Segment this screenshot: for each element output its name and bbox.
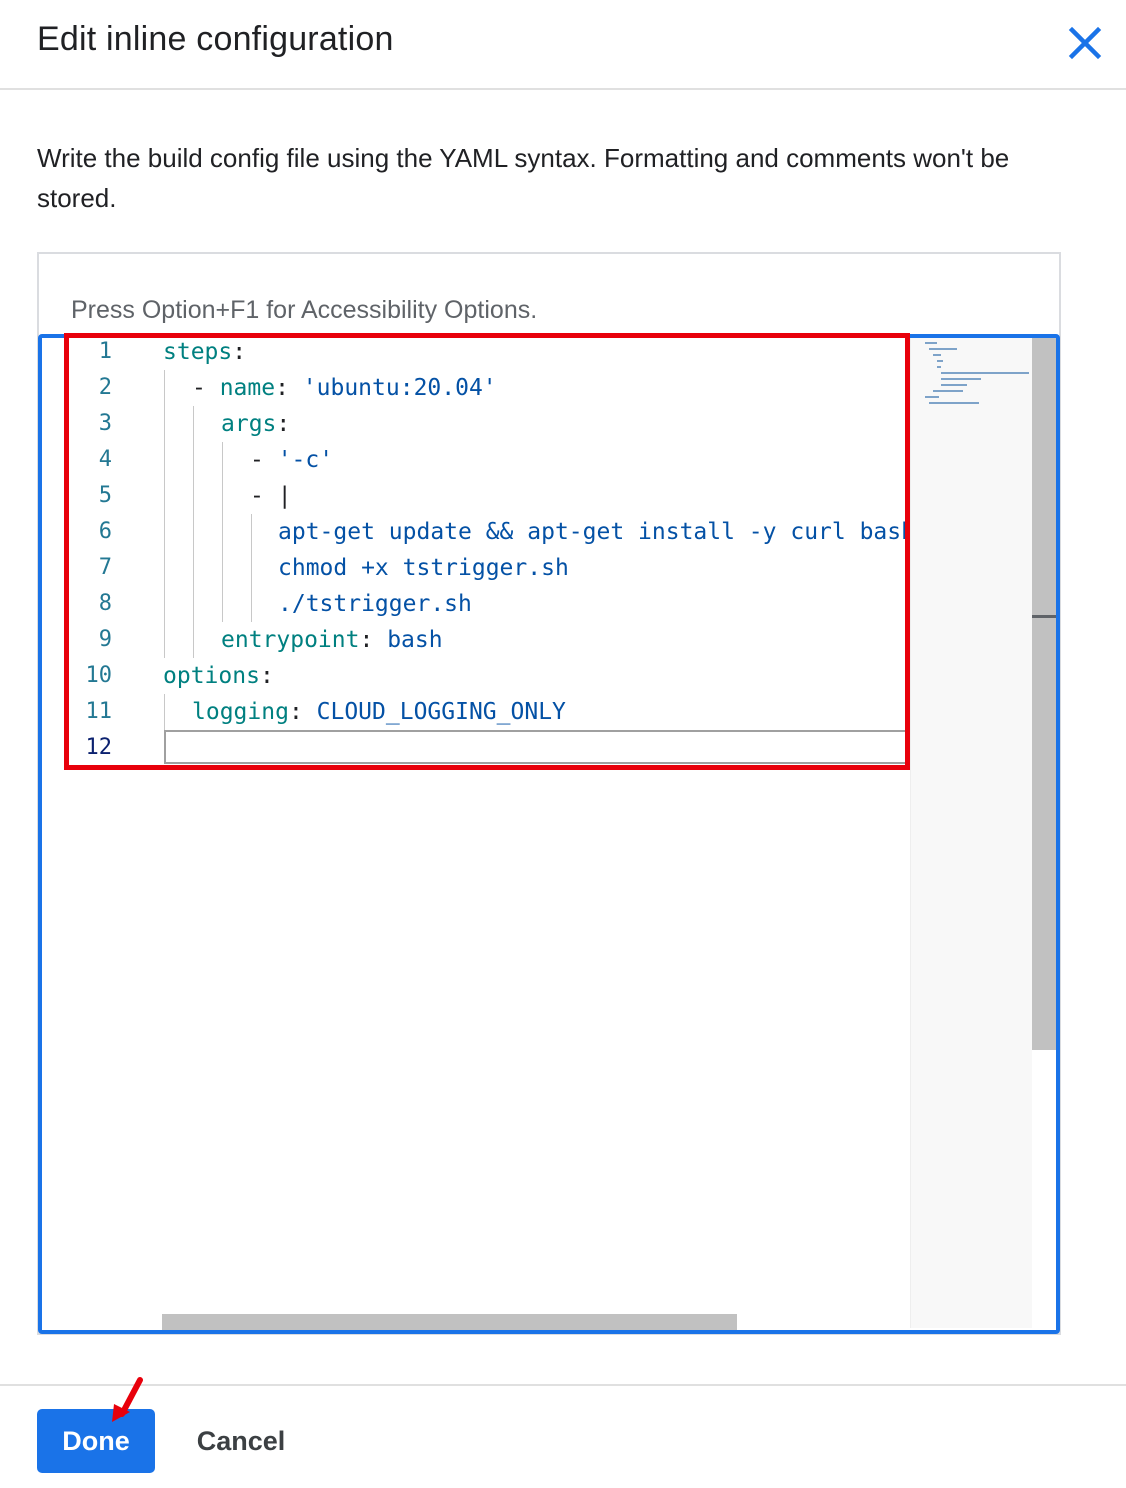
yaml-punct: : xyxy=(232,339,247,365)
footer-divider xyxy=(0,1384,1126,1386)
code-line: apt-get update && apt-get install -y cur… xyxy=(278,514,910,550)
line-number: 6 xyxy=(98,519,112,544)
code-line: steps: xyxy=(163,338,246,370)
done-button[interactable]: Done xyxy=(37,1409,155,1473)
horizontal-scrollbar-thumb[interactable] xyxy=(162,1314,737,1330)
yaml-value: CLOUD_LOGGING_ONLY xyxy=(316,699,566,725)
line-number: 5 xyxy=(98,483,112,508)
line-number: 3 xyxy=(98,411,112,436)
line-number: 8 xyxy=(98,591,112,616)
yaml-punct: : xyxy=(276,411,291,437)
yaml-punct: : xyxy=(359,627,388,653)
dialog-header: Edit inline configuration xyxy=(0,0,1126,90)
yaml-value: apt-get update && apt-get install -y cur… xyxy=(278,519,910,545)
yaml-punct: - xyxy=(192,375,220,401)
yaml-key: name xyxy=(219,375,276,401)
yaml-value: chmod +x tstrigger.sh xyxy=(278,555,569,581)
yaml-value: bash xyxy=(387,627,443,653)
scrollbar-position-marker xyxy=(1032,615,1056,618)
yaml-key: steps xyxy=(163,339,233,365)
yaml-key: logging xyxy=(192,699,289,725)
code-line: args: xyxy=(221,406,290,442)
close-icon xyxy=(1068,26,1102,60)
line-number: 7 xyxy=(98,555,112,580)
dialog-description: Write the build config file using the YA… xyxy=(37,143,1010,213)
yaml-punct: - xyxy=(250,483,278,509)
yaml-string: 'ubuntu:20.04' xyxy=(302,375,497,401)
line-number: 11 xyxy=(85,699,113,724)
yaml-punct: : xyxy=(259,663,274,689)
yaml-punct: | xyxy=(277,483,292,509)
code-area[interactable]: steps: - name: 'ubuntu:20.04' args: - '-… xyxy=(150,338,910,778)
yaml-key: options xyxy=(163,663,260,689)
code-line: - name: 'ubuntu:20.04' xyxy=(192,370,497,406)
line-number: 2 xyxy=(98,375,112,400)
line-number: 1 xyxy=(98,339,112,364)
yaml-key: args xyxy=(221,411,277,437)
code-line: options: xyxy=(163,658,274,694)
code-line: ./tstrigger.sh xyxy=(278,586,472,622)
code-line: chmod +x tstrigger.sh xyxy=(278,550,569,586)
code-line: - '-c' xyxy=(250,442,333,478)
accessibility-hint: Press Option+F1 for Accessibility Option… xyxy=(71,296,538,324)
close-button[interactable] xyxy=(1060,18,1110,68)
line-number: 9 xyxy=(98,627,112,652)
yaml-key: entrypoint xyxy=(221,627,360,653)
code-line: entrypoint: bash xyxy=(221,622,443,658)
line-number: 4 xyxy=(98,447,112,472)
cancel-button[interactable]: Cancel xyxy=(176,1409,306,1473)
editor-minimap[interactable] xyxy=(910,338,1033,1328)
yaml-string: '-c' xyxy=(277,447,334,473)
line-number: 10 xyxy=(85,663,113,688)
yaml-punct: - xyxy=(250,447,278,473)
yaml-punct: : xyxy=(288,699,317,725)
dialog-title: Edit inline configuration xyxy=(37,20,394,58)
code-line: - | xyxy=(250,478,292,514)
code-line: logging: CLOUD_LOGGING_ONLY xyxy=(192,694,566,730)
vertical-scrollbar-thumb[interactable] xyxy=(1032,338,1056,1050)
yaml-value: ./tstrigger.sh xyxy=(278,591,472,617)
yaml-punct: : xyxy=(275,375,303,401)
line-number: 12 xyxy=(85,735,113,760)
